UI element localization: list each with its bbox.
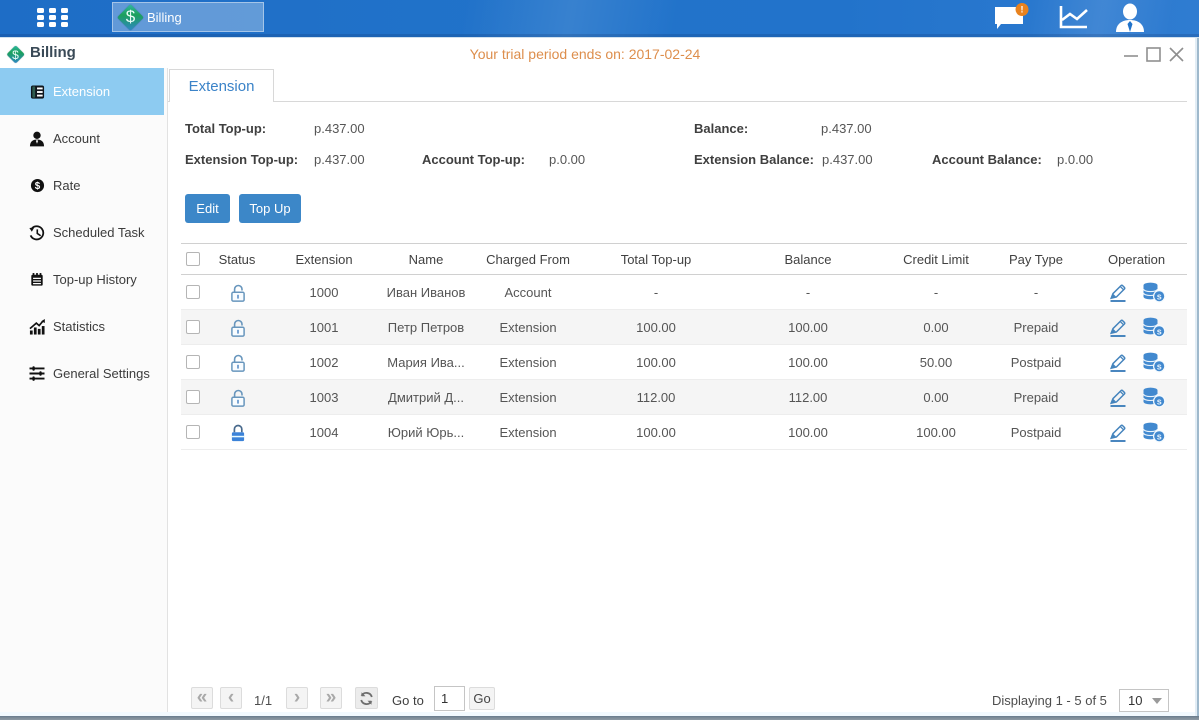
svg-text:$: $ bbox=[34, 181, 40, 192]
svg-text:!: ! bbox=[1021, 5, 1024, 15]
svg-text:s: s bbox=[1156, 292, 1161, 302]
svg-text:s: s bbox=[1156, 327, 1161, 337]
svg-text:s: s bbox=[1156, 362, 1161, 372]
svg-text:s: s bbox=[1156, 397, 1161, 407]
svg-text:s: s bbox=[1156, 432, 1161, 442]
